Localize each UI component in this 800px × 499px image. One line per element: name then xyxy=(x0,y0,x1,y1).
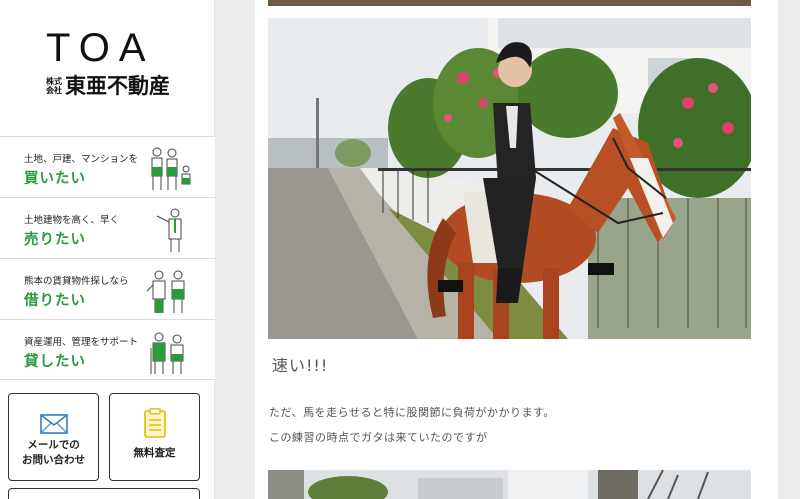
mail-contact-label: メールでの お問い合わせ xyxy=(22,439,85,466)
horse-riding-photo xyxy=(268,18,751,339)
right-gutter xyxy=(778,0,800,499)
renters-figures-icon xyxy=(146,270,185,313)
menu-item-subtext: 土地、戸建、マンションを xyxy=(24,154,139,165)
article-paragraph-2: この練習の時点でガタは来ていたのですが xyxy=(269,431,488,444)
clipboard-icon xyxy=(144,408,166,442)
more-button[interactable] xyxy=(8,488,200,499)
logo-small-line1: 株式 xyxy=(46,77,62,86)
menu-item-label: 借りたい xyxy=(24,293,86,309)
menu-item-label: 売りたい xyxy=(24,232,86,248)
free-assessment-button[interactable]: 無料査定 xyxy=(109,393,200,481)
mail-contact-button[interactable]: メールでの お問い合わせ xyxy=(8,393,99,481)
next-photos-strip xyxy=(268,470,751,499)
logo-english: TOA xyxy=(46,26,155,70)
article-content: 速い!!! ただ、馬を走らせると特に股関節に負荷がかかります。 この練習の時点で… xyxy=(255,0,778,499)
sidebar: TOA 株式 会社 東亜不動産 土地、戸建、マンションを 買いたい 土地建物を高… xyxy=(0,0,215,499)
menu-item-sell[interactable]: 土地建物を高く、早く 売りたい xyxy=(0,197,215,258)
menu-item-buy[interactable]: 土地、戸建、マンションを 買いたい xyxy=(0,136,215,197)
menu-item-rent[interactable]: 熊本の賃貸物件探しなら 借りたい xyxy=(0,258,215,319)
menu-item-lease[interactable]: 資産運用、管理をサポート 貸したい xyxy=(0,319,215,380)
menu-item-subtext: 土地建物を高く、早く xyxy=(24,215,120,226)
landlords-figures-icon xyxy=(150,332,184,374)
service-menu: 土地、戸建、マンションを 買いたい 土地建物を高く、早く 売りたい 熊本の賃貸物… xyxy=(0,136,215,380)
envelope-icon xyxy=(40,414,68,438)
logo-small-line2: 会社 xyxy=(46,86,62,95)
menu-item-label: 貸したい xyxy=(24,354,86,370)
logo-kabushiki: 株式 会社 xyxy=(46,77,62,95)
article-paragraph-1: ただ、馬を走らせると特に股関節に負荷がかかります。 xyxy=(269,406,555,419)
logo-company-name: 東亜不動産 xyxy=(65,74,170,98)
menu-item-subtext: 資産運用、管理をサポート xyxy=(24,337,139,348)
buyers-figures-icon xyxy=(151,147,191,190)
free-assessment-label: 無料査定 xyxy=(133,447,176,459)
photo-caption: 速い!!! xyxy=(272,356,329,375)
seller-figure-icon xyxy=(156,208,182,252)
company-logo[interactable]: TOA 株式 会社 東亜不動産 xyxy=(0,0,215,136)
menu-item-label: 買いたい xyxy=(24,171,86,187)
previous-photo-edge xyxy=(268,0,751,6)
menu-item-subtext: 熊本の賃貸物件探しなら xyxy=(24,276,129,287)
logo-japanese: 株式 会社 東亜不動産 xyxy=(46,74,170,98)
